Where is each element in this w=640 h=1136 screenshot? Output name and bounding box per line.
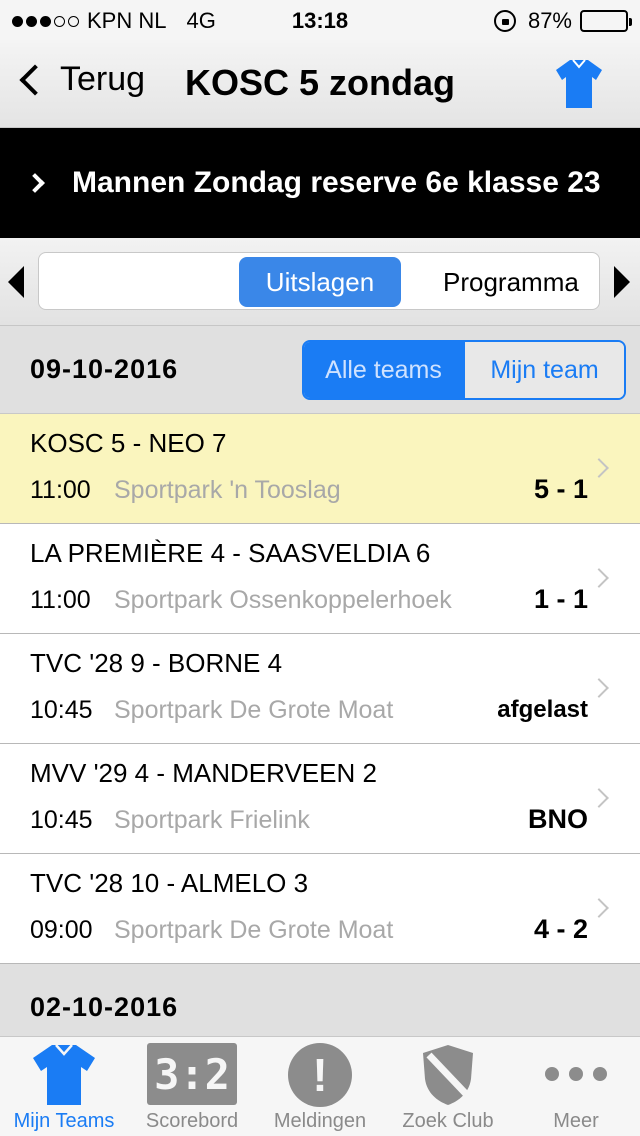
tab-label: Meldingen (273, 1110, 367, 1132)
pager-previous-arrow-icon[interactable] (8, 266, 24, 298)
battery-percent: 87% (527, 8, 572, 33)
tab-scorebord[interactable]: 3:2 Scorebord (128, 1037, 256, 1136)
match-time: 11:00 (30, 586, 91, 614)
rotation-lock-icon (493, 10, 516, 32)
match-row[interactable]: LA PREMIÈRE 4 - SAASVELDIA 6 11:00 Sport… (0, 524, 640, 634)
tab-meldingen[interactable]: ! Meldingen (256, 1037, 384, 1136)
match-venue: Sportpark 'n Tooslag (114, 476, 341, 504)
section-date: 09-10-2016 (30, 354, 179, 384)
results-list: 09-10-2016 Alle teams Mijn team KOSC 5 -… (0, 326, 640, 1036)
competition-label: Mannen Zondag reserve 6e klasse 23 (72, 166, 601, 199)
tab-bar: Mijn Teams 3:2 Scorebord ! Meldingen Zoe… (0, 1036, 640, 1136)
match-row[interactable]: KOSC 5 - NEO 7 11:00 Sportpark 'n Toosla… (0, 414, 640, 524)
match-time: 10:45 (30, 696, 93, 724)
shirt-icon[interactable] (554, 58, 604, 110)
filter-my-team-button[interactable]: Mijn team (463, 342, 624, 398)
tab-label: Scorebord (145, 1110, 239, 1132)
shield-icon (423, 1045, 473, 1105)
status-bar: KPN NL 4G 13:18 87% (0, 0, 640, 40)
date-section-header: 02-10-2016 (0, 964, 640, 1036)
status-right: 87% (493, 8, 632, 34)
scoreboard-icon: 3:2 (147, 1043, 237, 1105)
tab-label: Meer (553, 1110, 599, 1132)
match-teams: KOSC 5 - NEO 7 (30, 428, 227, 458)
match-status: BNO (528, 804, 588, 834)
view-pager: Uitslagen Programma (0, 238, 640, 326)
match-venue: Sportpark De Grote Moat (114, 916, 394, 944)
chevron-right-icon (589, 568, 609, 588)
match-time: 09:00 (30, 916, 93, 944)
match-teams: TVC '28 10 - ALMELO 3 (30, 868, 309, 898)
match-teams: TVC '28 9 - BORNE 4 (30, 648, 283, 678)
match-row[interactable]: TVC '28 9 - BORNE 4 10:45 Sportpark De G… (0, 634, 640, 744)
pager-segment: Uitslagen Programma (38, 252, 600, 310)
page-title: KOSC 5 zondag (184, 62, 456, 103)
team-filter-segmented-control: Alle teams Mijn team (302, 340, 626, 400)
match-score: 5 - 1 (533, 474, 588, 504)
chevron-left-icon (19, 63, 51, 96)
navigation-bar: Terug KOSC 5 zondag (0, 40, 640, 128)
tab-zoek-club[interactable]: Zoek Club (384, 1037, 512, 1136)
chevron-right-icon (589, 788, 609, 808)
match-score: 1 - 1 (533, 584, 588, 614)
tab-label: Zoek Club (402, 1110, 494, 1132)
match-score: 4 - 2 (533, 914, 588, 944)
section-date: 02-10-2016 (30, 992, 179, 1022)
filter-all-teams-button[interactable]: Alle teams (304, 342, 463, 398)
back-label: Terug (60, 60, 146, 98)
date-section-header: 09-10-2016 Alle teams Mijn team (0, 326, 640, 414)
pager-next-arrow-icon[interactable] (614, 266, 630, 298)
match-teams: MVV '29 4 - MANDERVEEN 2 (30, 758, 377, 788)
match-time: 11:00 (30, 476, 91, 504)
shirt-icon (33, 1044, 95, 1105)
match-venue: Sportpark Frielink (114, 806, 310, 834)
chevron-right-icon (589, 678, 609, 698)
chevron-right-icon (25, 173, 45, 193)
match-status: afgelast (497, 696, 588, 723)
match-row[interactable]: MVV '29 4 - MANDERVEEN 2 10:45 Sportpark… (0, 744, 640, 854)
tab-label: Mijn Teams (13, 1110, 115, 1132)
more-icon (545, 1067, 607, 1081)
match-teams: LA PREMIÈRE 4 - SAASVELDIA 6 (30, 538, 431, 568)
match-venue: Sportpark De Grote Moat (114, 696, 394, 724)
tab-uitslagen[interactable]: Uitslagen (239, 257, 401, 307)
back-button[interactable]: Terug (14, 60, 145, 99)
alert-icon: ! (288, 1043, 352, 1107)
tab-meer[interactable]: Meer (512, 1037, 640, 1136)
competition-banner[interactable]: Mannen Zondag reserve 6e klasse 23 (0, 128, 640, 238)
match-venue: Sportpark Ossenkoppelerhoek (114, 586, 452, 614)
chevron-right-icon (589, 898, 609, 918)
tab-mijn-teams[interactable]: Mijn Teams (0, 1037, 128, 1136)
chevron-right-icon (589, 458, 609, 478)
battery-icon (580, 10, 632, 32)
tab-programma[interactable]: Programma (443, 267, 579, 298)
match-row[interactable]: TVC '28 10 - ALMELO 3 09:00 Sportpark De… (0, 854, 640, 964)
match-time: 10:45 (30, 806, 93, 834)
